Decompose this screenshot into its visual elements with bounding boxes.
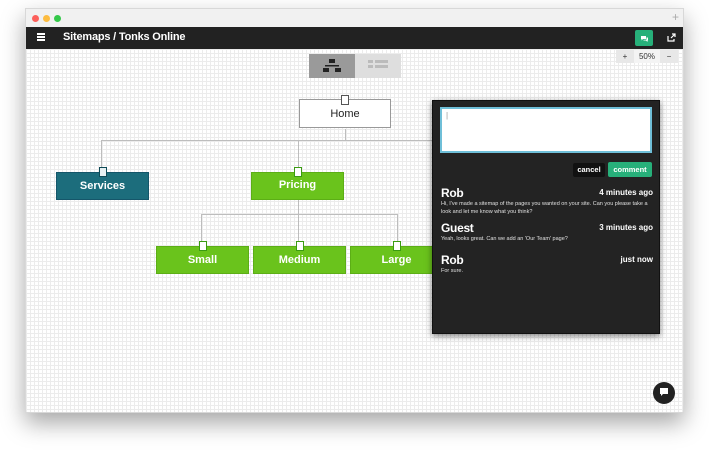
top-bar: Sitemaps / Tonks Online — [26, 27, 683, 49]
tree-connector — [201, 214, 397, 215]
zoom-in-button[interactable]: + — [616, 50, 634, 63]
comment-item: Rob 4 minutes ago Hi, I've made a sitema… — [441, 186, 653, 216]
comment-item: Rob just now For sure. — [441, 253, 653, 279]
chat-bubble-icon — [640, 35, 648, 42]
sitemap-node-medium[interactable]: Medium — [253, 241, 346, 274]
close-window-button[interactable] — [32, 15, 39, 22]
share-icon — [666, 33, 676, 42]
zoom-control: + 50% − — [616, 50, 678, 63]
comment-author: Rob — [441, 186, 464, 200]
list-view-button[interactable] — [355, 54, 401, 78]
page-icon — [341, 95, 349, 105]
comment-time: 4 minutes ago — [599, 188, 653, 197]
tree-connector — [345, 129, 346, 141]
new-tab-icon[interactable]: + — [672, 10, 679, 24]
help-chat-button[interactable] — [653, 382, 675, 404]
sitemap-node-services[interactable]: Services — [56, 167, 149, 200]
window-chrome: + — [26, 9, 683, 28]
comment-author: Rob — [441, 253, 464, 267]
tree-view-button[interactable] — [309, 54, 355, 78]
node-label: Services — [79, 180, 126, 192]
maximize-window-button[interactable] — [54, 15, 61, 22]
view-toggle — [309, 54, 401, 78]
comments-button[interactable] — [635, 30, 653, 46]
page-icon — [295, 241, 304, 251]
comment-text: For sure. — [441, 268, 464, 274]
comment-time: 3 minutes ago — [599, 223, 653, 232]
minimize-window-button[interactable] — [43, 15, 50, 22]
hamburger-icon[interactable] — [36, 32, 46, 44]
page-icon — [293, 167, 302, 177]
chat-help-icon — [660, 388, 668, 397]
sitemap-canvas[interactable]: Home Services Pricing Small Medium Large… — [26, 49, 683, 412]
node-label: Medium — [278, 254, 321, 266]
page-title: Sitemaps / Tonks Online — [63, 31, 186, 43]
node-label: Pricing — [278, 179, 317, 191]
comment-submit-button[interactable]: comment — [608, 162, 652, 177]
tree-connector — [298, 199, 299, 215]
node-label: Small — [187, 254, 218, 266]
sitemap-node-home[interactable]: Home — [299, 95, 391, 128]
sitemap-node-pricing[interactable]: Pricing — [251, 167, 344, 200]
list-icon — [368, 60, 388, 68]
zoom-out-button[interactable]: − — [660, 50, 678, 63]
comments-panel: | cancel comment Rob 4 minutes ago Hi, I… — [432, 100, 660, 334]
sitemap-tree-icon — [323, 59, 341, 72]
cancel-button[interactable]: cancel — [573, 163, 605, 177]
comment-author: Guest — [441, 221, 474, 235]
comment-time: just now — [620, 255, 653, 264]
comment-text: Yeah, looks great. Can we add an 'Our Te… — [441, 236, 568, 242]
zoom-level: 50% — [634, 50, 660, 63]
node-label: Home — [330, 108, 360, 120]
sitemap-node-small[interactable]: Small — [156, 241, 249, 274]
node-label: Large — [381, 254, 412, 266]
sitemap-node-large[interactable]: Large — [350, 241, 443, 274]
page-icon — [98, 167, 107, 177]
share-button[interactable] — [662, 30, 680, 46]
comment-input[interactable]: | — [440, 107, 652, 153]
comment-item: Guest 3 minutes ago Yeah, looks great. C… — [441, 221, 653, 247]
app-window: + Sitemaps / Tonks Online Home Services … — [25, 8, 684, 413]
page-icon — [198, 241, 207, 251]
comment-text: Hi, I've made a sitemap of the pages you… — [441, 201, 648, 215]
page-icon — [392, 241, 401, 251]
